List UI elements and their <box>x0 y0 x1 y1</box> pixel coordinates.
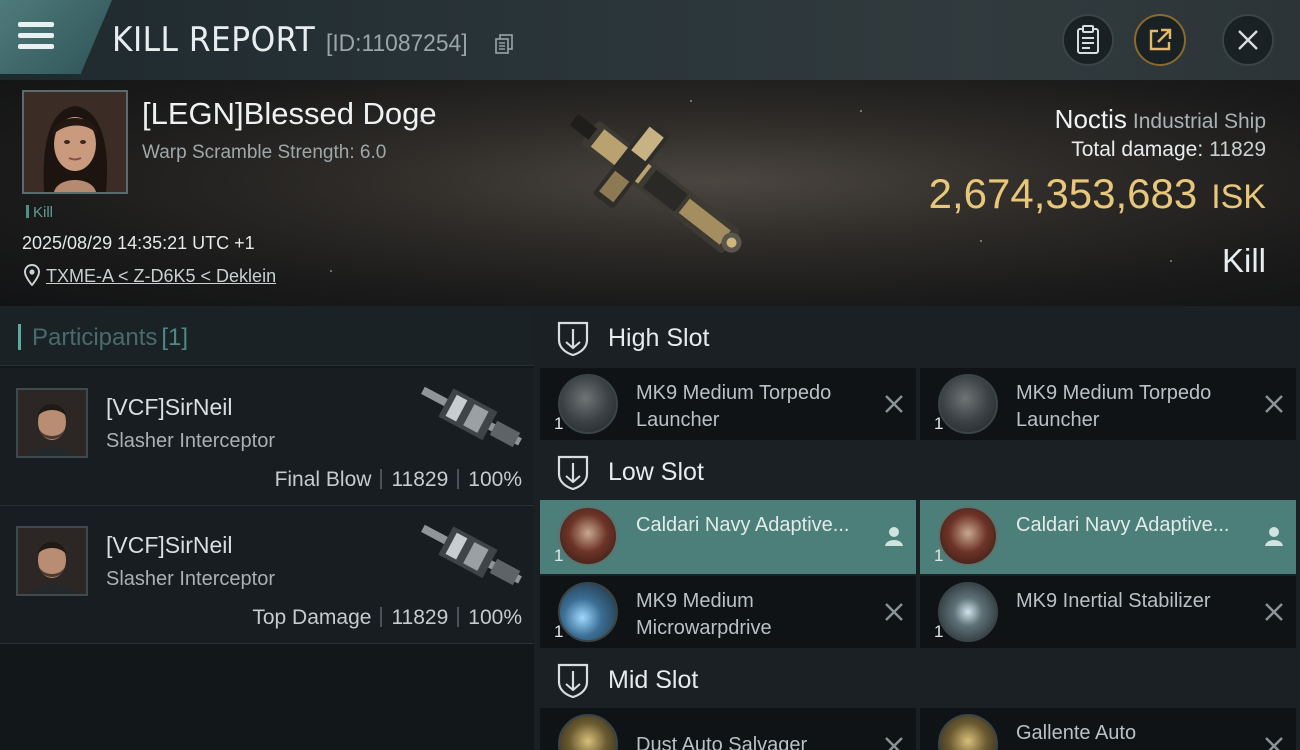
participant-ship-icon <box>421 524 522 586</box>
avatar-image <box>24 92 126 192</box>
destroyed-icon <box>1265 603 1283 621</box>
participant-avatar <box>16 388 88 458</box>
kill-result-label: Kill <box>1221 242 1266 279</box>
module-name: Caldari Navy Adaptive... <box>636 514 850 536</box>
adaptive-hardener-icon <box>938 506 998 566</box>
victim-ship-image[interactable] <box>540 90 780 286</box>
page-title: KILL REPORT <box>112 20 316 60</box>
participants-panel: Participants [1] [VCF]SirNeil Slasher Int… <box>0 306 534 750</box>
participant-ship: Slasher Interceptor <box>106 568 275 590</box>
torpedo-launcher-icon <box>558 374 618 434</box>
mid-slot-header: Mid Slot <box>534 648 1300 710</box>
module-item[interactable]: 1 Caldari Navy Adaptive... <box>540 500 916 574</box>
kill-datetime: 2025/08/29 14:35:21 UTC +1 <box>22 233 255 253</box>
header-bar: KILL REPORT [ID:11087254] <box>0 0 1300 80</box>
module-item[interactable]: Dust Auto Salvager <box>540 708 916 750</box>
participant-name[interactable]: [VCF]SirNeil <box>106 394 233 421</box>
kill-type-tag: Kill <box>26 204 53 221</box>
low-slot-icon <box>557 455 589 490</box>
destroyed-icon <box>885 737 903 750</box>
torpedo-launcher-icon <box>938 374 998 434</box>
participant-ship-icon <box>421 386 522 448</box>
module-name: Gallente Auto <box>1016 722 1137 744</box>
module-item[interactable]: 1 MK9 Medium Torpedo Launcher <box>920 368 1296 442</box>
module-name: MK9 Medium Torpedo Launcher <box>636 382 832 431</box>
participant-avatar <box>16 526 88 596</box>
hamburger-icon <box>18 22 54 50</box>
module-item[interactable]: Gallente Auto <box>920 708 1296 750</box>
pilot-icon <box>1265 527 1283 546</box>
close-icon <box>1238 30 1258 50</box>
victim-ship-name[interactable]: Noctis Industrial Ship <box>1055 104 1266 135</box>
warp-scramble-strength: Warp Scramble Strength: 6.0 <box>142 142 387 163</box>
participant-row[interactable]: [VCF]SirNeil Slasher Interceptor Final B… <box>0 368 534 506</box>
participant-stats: Top Damage 11829 100% <box>252 606 522 629</box>
low-slot-header: Low Slot <box>534 440 1300 502</box>
destroyed-icon <box>1265 737 1283 750</box>
module-item[interactable]: 1 Caldari Navy Adaptive... <box>920 500 1296 574</box>
kill-summary: [LEGN]Blessed Doge Warp Scramble Strengt… <box>0 80 1300 306</box>
participant-stats: Final Blow 11829 100% <box>274 468 522 491</box>
total-damage: Total damage: 11829 <box>1071 138 1266 161</box>
location-pin-icon <box>24 264 40 286</box>
module-name: MK9 Medium Torpedo Launcher <box>1016 382 1212 431</box>
victim-name[interactable]: [LEGN]Blessed Doge <box>142 96 437 132</box>
report-id: [ID:11087254] <box>326 30 468 57</box>
clipboard-icon <box>1077 25 1099 54</box>
destroyed-icon <box>885 395 903 413</box>
microwarpdrive-icon <box>558 582 618 642</box>
module-name: MK9 Medium Microwarpdrive <box>636 590 772 639</box>
module-name: Caldari Navy Adaptive... <box>1016 514 1230 536</box>
fitting-panel: High Slot 1 MK9 Medium Torpedo Launcher … <box>534 306 1300 750</box>
share-button[interactable] <box>1134 14 1186 66</box>
participant-name[interactable]: [VCF]SirNeil <box>106 532 233 559</box>
pilot-icon <box>885 527 903 546</box>
participants-header: Participants [1] <box>0 306 534 366</box>
module-item[interactable]: 1 MK9 Medium Microwarpdrive <box>540 576 916 650</box>
module-name: MK9 Inertial Stabilizer <box>1016 590 1211 612</box>
kill-location-link[interactable]: TXME-A < Z-D6K5 < Deklein <box>46 266 276 287</box>
participant-ship: Slasher Interceptor <box>106 430 275 452</box>
menu-button[interactable] <box>0 0 112 74</box>
close-button[interactable] <box>1222 14 1274 66</box>
participant-row[interactable]: [VCF]SirNeil Slasher Interceptor Top Dam… <box>0 506 534 644</box>
copy-icon[interactable] <box>495 34 513 54</box>
adaptive-hardener-icon <box>558 506 618 566</box>
isk-value: 2,674,353,683 ISK <box>928 170 1266 217</box>
module-item[interactable]: 1 MK9 Medium Torpedo Launcher <box>540 368 916 442</box>
clipboard-button[interactable] <box>1062 14 1114 66</box>
destroyed-icon <box>1265 395 1283 413</box>
module-item[interactable]: 1 MK9 Inertial Stabilizer <box>920 576 1296 650</box>
destroyed-icon <box>885 603 903 621</box>
inertial-stabilizer-icon <box>938 582 998 642</box>
mid-slot-icon <box>557 663 589 698</box>
salvager-icon <box>558 714 618 750</box>
salvager-icon <box>938 714 998 750</box>
module-name: Dust Auto Salvager <box>636 734 808 750</box>
victim-portrait[interactable] <box>22 90 128 194</box>
high-slot-icon <box>557 321 589 356</box>
share-icon <box>1149 28 1172 51</box>
high-slot-header: High Slot <box>534 306 1300 368</box>
